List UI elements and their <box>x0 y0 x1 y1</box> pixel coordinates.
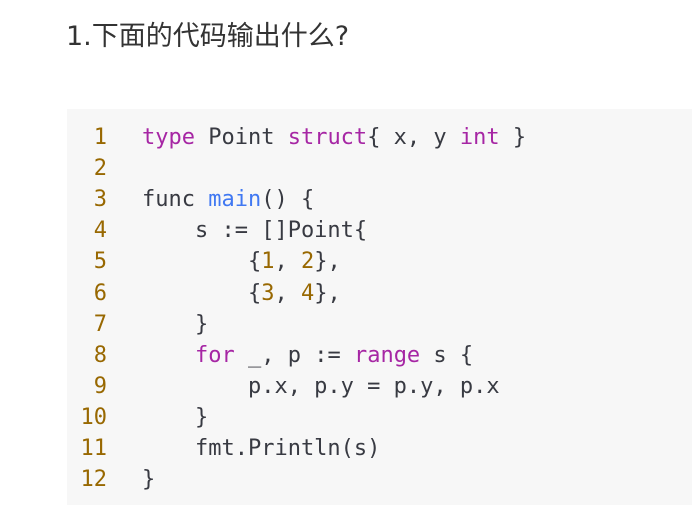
line-number: 11 <box>80 436 108 461</box>
line-number: 7 <box>93 311 107 337</box>
code-token: _, p := <box>234 342 354 368</box>
code-token: } <box>142 311 209 337</box>
line-number: 6 <box>93 280 107 306</box>
code-token: 2 <box>300 249 315 275</box>
question-title: 1.下面的代码输出什么? <box>66 21 350 52</box>
code-token: s := []Point{ <box>142 218 368 244</box>
code-text: p.x, p.y = p.y, p.x <box>142 371 500 402</box>
code-token: type <box>142 125 195 150</box>
code-token: , <box>274 280 301 306</box>
code-token: func <box>142 187 209 213</box>
code-text: func main() { <box>142 184 314 215</box>
line-number: 5 <box>93 249 107 275</box>
code-token: int <box>459 125 500 150</box>
code-token: { x, y <box>367 125 460 150</box>
code-token: () { <box>261 187 315 213</box>
code-token: for <box>194 342 235 368</box>
line-number: 2 <box>93 156 107 182</box>
line-number: 9 <box>93 373 107 399</box>
code-token: s { <box>420 342 474 368</box>
code-text: s := []Point{ <box>142 215 367 246</box>
code-text: fmt.Println(s) <box>142 433 380 464</box>
code-token: }, <box>314 249 341 275</box>
line-number: 4 <box>93 218 107 244</box>
code-token: 1 <box>261 249 275 275</box>
code-token: Point <box>194 125 288 150</box>
code-token: 3 <box>261 280 275 306</box>
line-number: 8 <box>93 342 107 368</box>
line-number: 1 <box>93 125 107 150</box>
code-text: type Point struct{ x, y int } <box>142 122 526 153</box>
code-token: main <box>208 187 262 213</box>
code-text: } <box>142 402 208 433</box>
code-token: 4 <box>300 280 315 306</box>
line-number: 12 <box>80 467 108 493</box>
code-token: p.x, p.y = p.y, p.x <box>142 373 500 399</box>
code-token: { <box>142 280 262 306</box>
code-token: } <box>499 125 527 150</box>
line-number: 3 <box>93 187 107 213</box>
code-block: 1 type Point struct{ x, y int } 2 3 func mai… <box>67 109 692 505</box>
code-token: range <box>353 342 421 368</box>
code-token: } <box>142 467 156 493</box>
code-token: , <box>274 249 301 275</box>
code-text: } <box>142 464 155 495</box>
code-token: fmt.Println(s) <box>142 436 381 461</box>
line-number: 10 <box>80 404 108 430</box>
code-text: for _, p := range s { <box>142 340 473 371</box>
code-token: }, <box>314 280 341 306</box>
code-text: {3, 4}, <box>142 278 341 309</box>
code-text: } <box>142 309 208 340</box>
code-text: {1, 2}, <box>142 246 341 277</box>
code-token: struct <box>287 125 368 150</box>
code-token: } <box>142 404 209 430</box>
code-token: { <box>142 249 262 275</box>
